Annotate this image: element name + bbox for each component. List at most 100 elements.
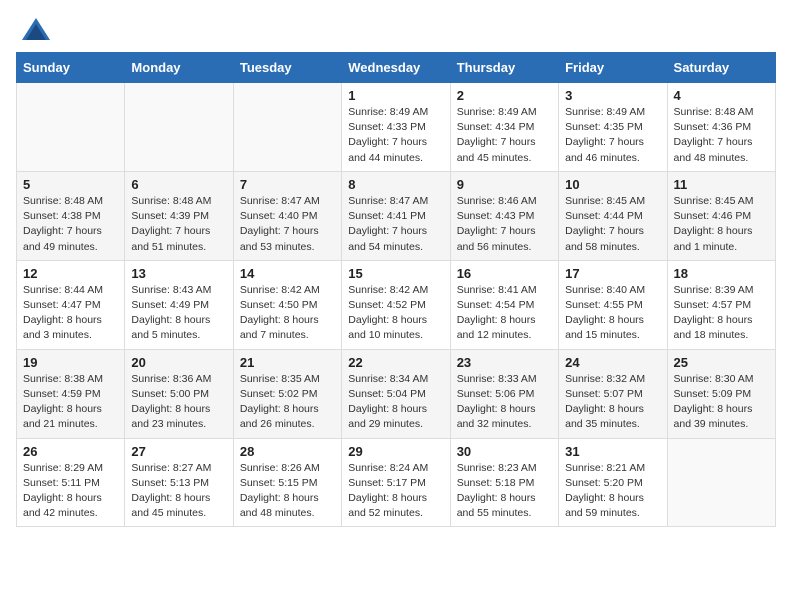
- day-info: Sunrise: 8:49 AMSunset: 4:34 PMDaylight:…: [457, 105, 552, 166]
- day-number: 23: [457, 355, 552, 370]
- day-number: 29: [348, 444, 443, 459]
- calendar-cell: [125, 83, 233, 172]
- day-info: Sunrise: 8:49 AMSunset: 4:33 PMDaylight:…: [348, 105, 443, 166]
- calendar-cell: 19 Sunrise: 8:38 AMSunset: 4:59 PMDayligh…: [17, 349, 125, 438]
- calendar-week-row: 1 Sunrise: 8:49 AMSunset: 4:33 PMDaylight…: [17, 83, 776, 172]
- day-number: 8: [348, 177, 443, 192]
- calendar-cell: 29 Sunrise: 8:24 AMSunset: 5:17 PMDayligh…: [342, 438, 450, 527]
- logo-icon: [20, 16, 52, 44]
- day-info: Sunrise: 8:26 AMSunset: 5:15 PMDaylight:…: [240, 461, 335, 522]
- day-number: 5: [23, 177, 118, 192]
- calendar-cell: 4 Sunrise: 8:48 AMSunset: 4:36 PMDaylight…: [667, 83, 775, 172]
- day-number: 13: [131, 266, 226, 281]
- day-number: 4: [674, 88, 769, 103]
- logo: [16, 16, 52, 40]
- calendar-cell: 7Sunrise: 8:47 AMSunset: 4:40 PMDaylight…: [233, 171, 341, 260]
- day-number: 20: [131, 355, 226, 370]
- day-info: Sunrise: 8:44 AMSunset: 4:47 PMDaylight:…: [23, 283, 118, 344]
- weekday-header: Tuesday: [233, 53, 341, 83]
- day-info: Sunrise: 8:45 AMSunset: 4:46 PMDaylight:…: [674, 194, 769, 255]
- day-info: Sunrise: 8:41 AMSunset: 4:54 PMDaylight:…: [457, 283, 552, 344]
- day-number: 30: [457, 444, 552, 459]
- weekday-header: Thursday: [450, 53, 558, 83]
- day-info: Sunrise: 8:38 AMSunset: 4:59 PMDaylight:…: [23, 372, 118, 433]
- calendar-cell: 9 Sunrise: 8:46 AMSunset: 4:43 PMDaylight…: [450, 171, 558, 260]
- day-info: Sunrise: 8:24 AMSunset: 5:17 PMDaylight:…: [348, 461, 443, 522]
- calendar-week-row: 26 Sunrise: 8:29 AMSunset: 5:11 PMDayligh…: [17, 438, 776, 527]
- day-info: Sunrise: 8:43 AMSunset: 4:49 PMDaylight:…: [131, 283, 226, 344]
- day-number: 27: [131, 444, 226, 459]
- day-info: Sunrise: 8:46 AMSunset: 4:43 PMDaylight:…: [457, 194, 552, 255]
- calendar-cell: 13 Sunrise: 8:43 AMSunset: 4:49 PMDayligh…: [125, 260, 233, 349]
- calendar-cell: 20 Sunrise: 8:36 AMSunset: 5:00 PMDayligh…: [125, 349, 233, 438]
- day-info: Sunrise: 8:21 AMSunset: 5:20 PMDaylight:…: [565, 461, 660, 522]
- calendar-week-row: 5 Sunrise: 8:48 AMSunset: 4:38 PMDaylight…: [17, 171, 776, 260]
- calendar-cell: 2 Sunrise: 8:49 AMSunset: 4:34 PMDaylight…: [450, 83, 558, 172]
- calendar-week-row: 19 Sunrise: 8:38 AMSunset: 4:59 PMDayligh…: [17, 349, 776, 438]
- calendar-cell: 31 Sunrise: 8:21 AMSunset: 5:20 PMDayligh…: [559, 438, 667, 527]
- weekday-header: Monday: [125, 53, 233, 83]
- day-info: Sunrise: 8:27 AMSunset: 5:13 PMDaylight:…: [131, 461, 226, 522]
- calendar-cell: 25 Sunrise: 8:30 AMSunset: 5:09 PMDayligh…: [667, 349, 775, 438]
- day-number: 14: [240, 266, 335, 281]
- day-info: Sunrise: 8:33 AMSunset: 5:06 PMDaylight:…: [457, 372, 552, 433]
- day-info: Sunrise: 8:49 AMSunset: 4:35 PMDaylight:…: [565, 105, 660, 166]
- day-number: 16: [457, 266, 552, 281]
- day-number: 7: [240, 177, 335, 192]
- calendar-cell: 12Sunrise: 8:44 AMSunset: 4:47 PMDayligh…: [17, 260, 125, 349]
- day-info: Sunrise: 8:42 AMSunset: 4:52 PMDaylight:…: [348, 283, 443, 344]
- day-number: 1: [348, 88, 443, 103]
- calendar-cell: 30 Sunrise: 8:23 AMSunset: 5:18 PMDayligh…: [450, 438, 558, 527]
- calendar-cell: 1 Sunrise: 8:49 AMSunset: 4:33 PMDaylight…: [342, 83, 450, 172]
- day-number: 28: [240, 444, 335, 459]
- day-number: 17: [565, 266, 660, 281]
- day-info: Sunrise: 8:40 AMSunset: 4:55 PMDaylight:…: [565, 283, 660, 344]
- day-number: 21: [240, 355, 335, 370]
- day-number: 26: [23, 444, 118, 459]
- day-info: Sunrise: 8:36 AMSunset: 5:00 PMDaylight:…: [131, 372, 226, 433]
- day-number: 24: [565, 355, 660, 370]
- calendar-cell: 26 Sunrise: 8:29 AMSunset: 5:11 PMDayligh…: [17, 438, 125, 527]
- calendar-cell: 22 Sunrise: 8:34 AMSunset: 5:04 PMDayligh…: [342, 349, 450, 438]
- day-number: 9: [457, 177, 552, 192]
- day-info: Sunrise: 8:23 AMSunset: 5:18 PMDaylight:…: [457, 461, 552, 522]
- day-info: Sunrise: 8:32 AMSunset: 5:07 PMDaylight:…: [565, 372, 660, 433]
- day-number: 25: [674, 355, 769, 370]
- day-info: Sunrise: 8:48 AMSunset: 4:36 PMDaylight:…: [674, 105, 769, 166]
- day-info: Sunrise: 8:30 AMSunset: 5:09 PMDaylight:…: [674, 372, 769, 433]
- day-info: Sunrise: 8:34 AMSunset: 5:04 PMDaylight:…: [348, 372, 443, 433]
- day-number: 10: [565, 177, 660, 192]
- day-info: Sunrise: 8:35 AMSunset: 5:02 PMDaylight:…: [240, 372, 335, 433]
- day-number: 3: [565, 88, 660, 103]
- calendar-cell: 24 Sunrise: 8:32 AMSunset: 5:07 PMDayligh…: [559, 349, 667, 438]
- calendar-cell: 8 Sunrise: 8:47 AMSunset: 4:41 PMDaylight…: [342, 171, 450, 260]
- day-number: 22: [348, 355, 443, 370]
- day-info: Sunrise: 8:45 AMSunset: 4:44 PMDaylight:…: [565, 194, 660, 255]
- calendar-cell: 21 Sunrise: 8:35 AMSunset: 5:02 PMDayligh…: [233, 349, 341, 438]
- day-number: 15: [348, 266, 443, 281]
- day-info: Sunrise: 8:48 AMSunset: 4:38 PMDaylight:…: [23, 194, 118, 255]
- day-number: 18: [674, 266, 769, 281]
- day-number: 19: [23, 355, 118, 370]
- day-info: Sunrise: 8:48 AMSunset: 4:39 PMDaylight:…: [131, 194, 226, 255]
- day-number: 31: [565, 444, 660, 459]
- calendar-table: SundayMondayTuesdayWednesdayThursdayFrid…: [16, 52, 776, 527]
- calendar-cell: 14Sunrise: 8:42 AMSunset: 4:50 PMDayligh…: [233, 260, 341, 349]
- day-number: 2: [457, 88, 552, 103]
- calendar-cell: 6 Sunrise: 8:48 AMSunset: 4:39 PMDaylight…: [125, 171, 233, 260]
- calendar-cell: 15 Sunrise: 8:42 AMSunset: 4:52 PMDayligh…: [342, 260, 450, 349]
- day-info: Sunrise: 8:29 AMSunset: 5:11 PMDaylight:…: [23, 461, 118, 522]
- calendar-cell: [17, 83, 125, 172]
- day-number: 6: [131, 177, 226, 192]
- weekday-header: Wednesday: [342, 53, 450, 83]
- day-number: 11: [674, 177, 769, 192]
- day-info: Sunrise: 8:47 AMSunset: 4:41 PMDaylight:…: [348, 194, 443, 255]
- calendar-cell: 5 Sunrise: 8:48 AMSunset: 4:38 PMDaylight…: [17, 171, 125, 260]
- calendar-week-row: 12Sunrise: 8:44 AMSunset: 4:47 PMDayligh…: [17, 260, 776, 349]
- calendar-cell: 18Sunrise: 8:39 AMSunset: 4:57 PMDayligh…: [667, 260, 775, 349]
- calendar-cell: 27 Sunrise: 8:27 AMSunset: 5:13 PMDayligh…: [125, 438, 233, 527]
- weekday-header-row: SundayMondayTuesdayWednesdayThursdayFrid…: [17, 53, 776, 83]
- calendar-cell: 16 Sunrise: 8:41 AMSunset: 4:54 PMDayligh…: [450, 260, 558, 349]
- calendar-cell: [233, 83, 341, 172]
- weekday-header: Friday: [559, 53, 667, 83]
